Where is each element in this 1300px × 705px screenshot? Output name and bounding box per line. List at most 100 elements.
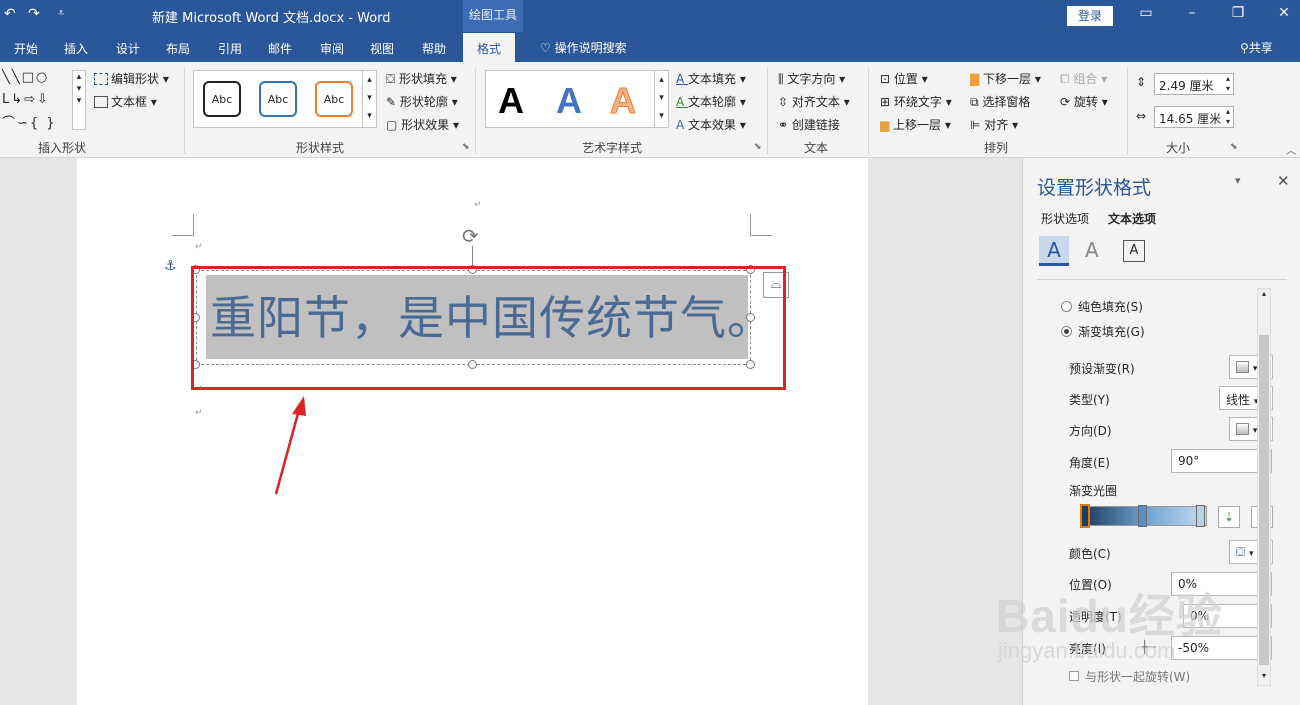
- tab-references[interactable]: 引用: [218, 40, 242, 57]
- tab-design[interactable]: 设计: [116, 40, 140, 57]
- text-outline-button[interactable]: A 文本轮廓 ▾: [676, 93, 746, 110]
- minimize-icon[interactable]: –: [1182, 5, 1202, 21]
- gradient-stop-selected[interactable]: [1080, 504, 1090, 528]
- redo-icon[interactable]: ↷: [28, 6, 40, 22]
- rotate-button[interactable]: ⟳ 旋转 ▾: [1060, 93, 1108, 110]
- scroll-up-icon[interactable]: ▴: [1258, 289, 1270, 303]
- gradient-fill-radio[interactable]: 渐变填充(G): [1061, 323, 1145, 340]
- tab-text-options[interactable]: 文本选项: [1108, 210, 1156, 227]
- scrollbar-thumb[interactable]: [1259, 335, 1269, 665]
- share-button[interactable]: ⚲共享: [1240, 39, 1273, 56]
- align-text-button[interactable]: ⇳ 对齐文本 ▾: [778, 93, 850, 110]
- width-icon: ⇔: [1136, 109, 1147, 123]
- tab-view[interactable]: 视图: [370, 40, 394, 57]
- login-button[interactable]: 登录: [1067, 6, 1113, 26]
- bring-forward-button[interactable]: ▆ 上移一层 ▾: [880, 116, 951, 133]
- position-button[interactable]: ⊡ 位置 ▾: [880, 70, 928, 87]
- shape-gallery-scroll[interactable]: ▴ ▾ ▾: [72, 70, 86, 130]
- scroll-down-icon[interactable]: ▾: [1258, 671, 1270, 685]
- shape-styles-dialog-launcher-icon[interactable]: ⬊: [462, 142, 470, 152]
- shape-gallery-row2[interactable]: L↳⇨⇩: [2, 92, 50, 107]
- customize-quick-access-icon[interactable]: ⩡: [58, 6, 64, 20]
- align-button[interactable]: ⊫ 对齐 ▾: [970, 116, 1018, 133]
- undo-icon[interactable]: ↶: [4, 6, 16, 22]
- shape-fill-button[interactable]: ⛋ 形状填充 ▾: [386, 70, 457, 87]
- collapse-ribbon-icon[interactable]: ︿: [1286, 142, 1296, 157]
- size-dialog-launcher-icon[interactable]: ⬊: [1230, 142, 1238, 152]
- align-text-label: 对齐文本: [791, 95, 840, 109]
- close-icon[interactable]: ✕: [1274, 5, 1294, 21]
- rotation-handle-icon[interactable]: ⟳: [462, 224, 479, 248]
- shape-styles-scroll[interactable]: ▴ ▾ ▾: [362, 70, 377, 128]
- rotate-icon: ⟳: [1060, 95, 1074, 109]
- text-direction-label: 文字方向: [787, 72, 836, 86]
- pane-close-icon[interactable]: ✕: [1277, 172, 1290, 190]
- shape-width-input[interactable]: 14.65 厘米 ▴ ▾: [1154, 106, 1234, 128]
- text-box-icon: [94, 96, 108, 108]
- tab-layout[interactable]: 布局: [166, 40, 190, 57]
- wordart-scroll[interactable]: ▴ ▾ ▾: [654, 70, 669, 128]
- shape-gallery[interactable]: ╲╲□○: [2, 70, 49, 85]
- paint-bucket-icon: ⛋: [386, 72, 399, 86]
- add-gradient-stop-icon[interactable]: ⇣: [1218, 506, 1240, 528]
- width-spinner-icon[interactable]: ▴ ▾: [1226, 107, 1230, 127]
- create-link-button[interactable]: ⚭ 创建链接: [778, 116, 840, 133]
- text-effects-button[interactable]: A 文本效果 ▾: [676, 116, 746, 133]
- solid-fill-label: 纯色填充(S): [1078, 300, 1143, 314]
- text-fill-outline-icon[interactable]: A: [1039, 236, 1069, 266]
- group-button[interactable]: ⧠ 组合 ▾: [1060, 70, 1107, 87]
- shape-height-input[interactable]: 2.49 厘米 ▴ ▾: [1154, 73, 1234, 95]
- rotate-with-shape-checkbox[interactable]: 与形状一起旋转(W): [1069, 668, 1190, 685]
- shape-outline-button[interactable]: ✎ 形状轮廓 ▾: [386, 93, 458, 110]
- solid-fill-radio[interactable]: 纯色填充(S): [1061, 298, 1143, 315]
- rotate-with-shape-label: 与形状一起旋转(W): [1085, 670, 1191, 684]
- wrap-text-button[interactable]: ⊞ 环绕文字 ▾: [880, 93, 952, 110]
- text-fill-button[interactable]: A 文本填充 ▾: [676, 70, 746, 87]
- tell-me-search[interactable]: ♡ 操作说明搜索: [540, 39, 627, 56]
- create-link-label: 创建链接: [791, 118, 840, 132]
- ribbon-display-options-icon[interactable]: ▭: [1136, 5, 1156, 21]
- wordart-style-orange[interactable]: A: [610, 80, 637, 122]
- link-icon: ⚭: [778, 118, 792, 132]
- shape-style-blue[interactable]: Abc: [259, 81, 297, 117]
- tab-home[interactable]: 开始: [14, 40, 38, 57]
- pane-options-icon[interactable]: ▾: [1235, 174, 1241, 187]
- shape-styles-group-label: 形状样式: [296, 141, 345, 155]
- selection-pane-button[interactable]: ⧉ 选择窗格: [970, 93, 1030, 110]
- wordart-dialog-launcher-icon[interactable]: ⬊: [754, 142, 762, 152]
- text-fill-label: 文本填充: [688, 72, 737, 86]
- tab-review[interactable]: 审阅: [320, 40, 344, 57]
- pane-scrollbar[interactable]: ▴ ▾: [1257, 288, 1271, 686]
- wordart-style-black[interactable]: A: [498, 80, 524, 122]
- gradient-stops-label: 渐变光圈: [1069, 484, 1118, 498]
- height-spinner-icon[interactable]: ▴ ▾: [1226, 74, 1230, 94]
- tab-insert[interactable]: 插入: [64, 40, 88, 57]
- shape-gallery-row3[interactable]: ⌒∽{ }: [2, 112, 57, 131]
- shape-effects-icon: ▢: [386, 118, 402, 132]
- shape-width-value: 14.65 厘米: [1159, 112, 1222, 126]
- shape-style-orange[interactable]: Abc: [315, 81, 353, 117]
- type-label: 类型(Y): [1069, 393, 1110, 407]
- text-outline-label: 文本轮廓: [688, 95, 737, 109]
- text-effects-icon[interactable]: A: [1085, 238, 1099, 262]
- shape-effects-button[interactable]: ▢ 形状效果 ▾: [386, 116, 459, 133]
- baidu-watermark-url: jingyan.baidu.com: [998, 638, 1176, 663]
- edit-shape-button[interactable]: 编辑形状 ▾: [94, 70, 169, 87]
- gradient-stop[interactable]: [1138, 505, 1147, 527]
- wordart-gallery: A A A: [485, 70, 655, 128]
- shape-style-black[interactable]: Abc: [203, 81, 241, 117]
- group-divider: [767, 68, 768, 154]
- annotation-arrow: [274, 396, 306, 495]
- text-box-layout-icon[interactable]: A: [1123, 240, 1145, 262]
- text-box-button[interactable]: 文本框 ▾: [94, 93, 157, 110]
- tab-mailings[interactable]: 邮件: [268, 40, 292, 57]
- wordart-style-blue[interactable]: A: [556, 80, 582, 122]
- gradient-stop[interactable]: [1196, 505, 1205, 527]
- preset-gradient-label: 预设渐变(R): [1069, 362, 1135, 376]
- restore-icon[interactable]: ❐: [1228, 5, 1248, 21]
- text-direction-button[interactable]: ⫼ 文字方向 ▾: [778, 70, 845, 87]
- tab-shape-options[interactable]: 形状选项: [1041, 210, 1089, 227]
- send-backward-button[interactable]: ▇ 下移一层 ▾: [970, 70, 1041, 87]
- tab-help[interactable]: 帮助: [422, 40, 446, 57]
- tab-format[interactable]: 格式: [463, 33, 516, 62]
